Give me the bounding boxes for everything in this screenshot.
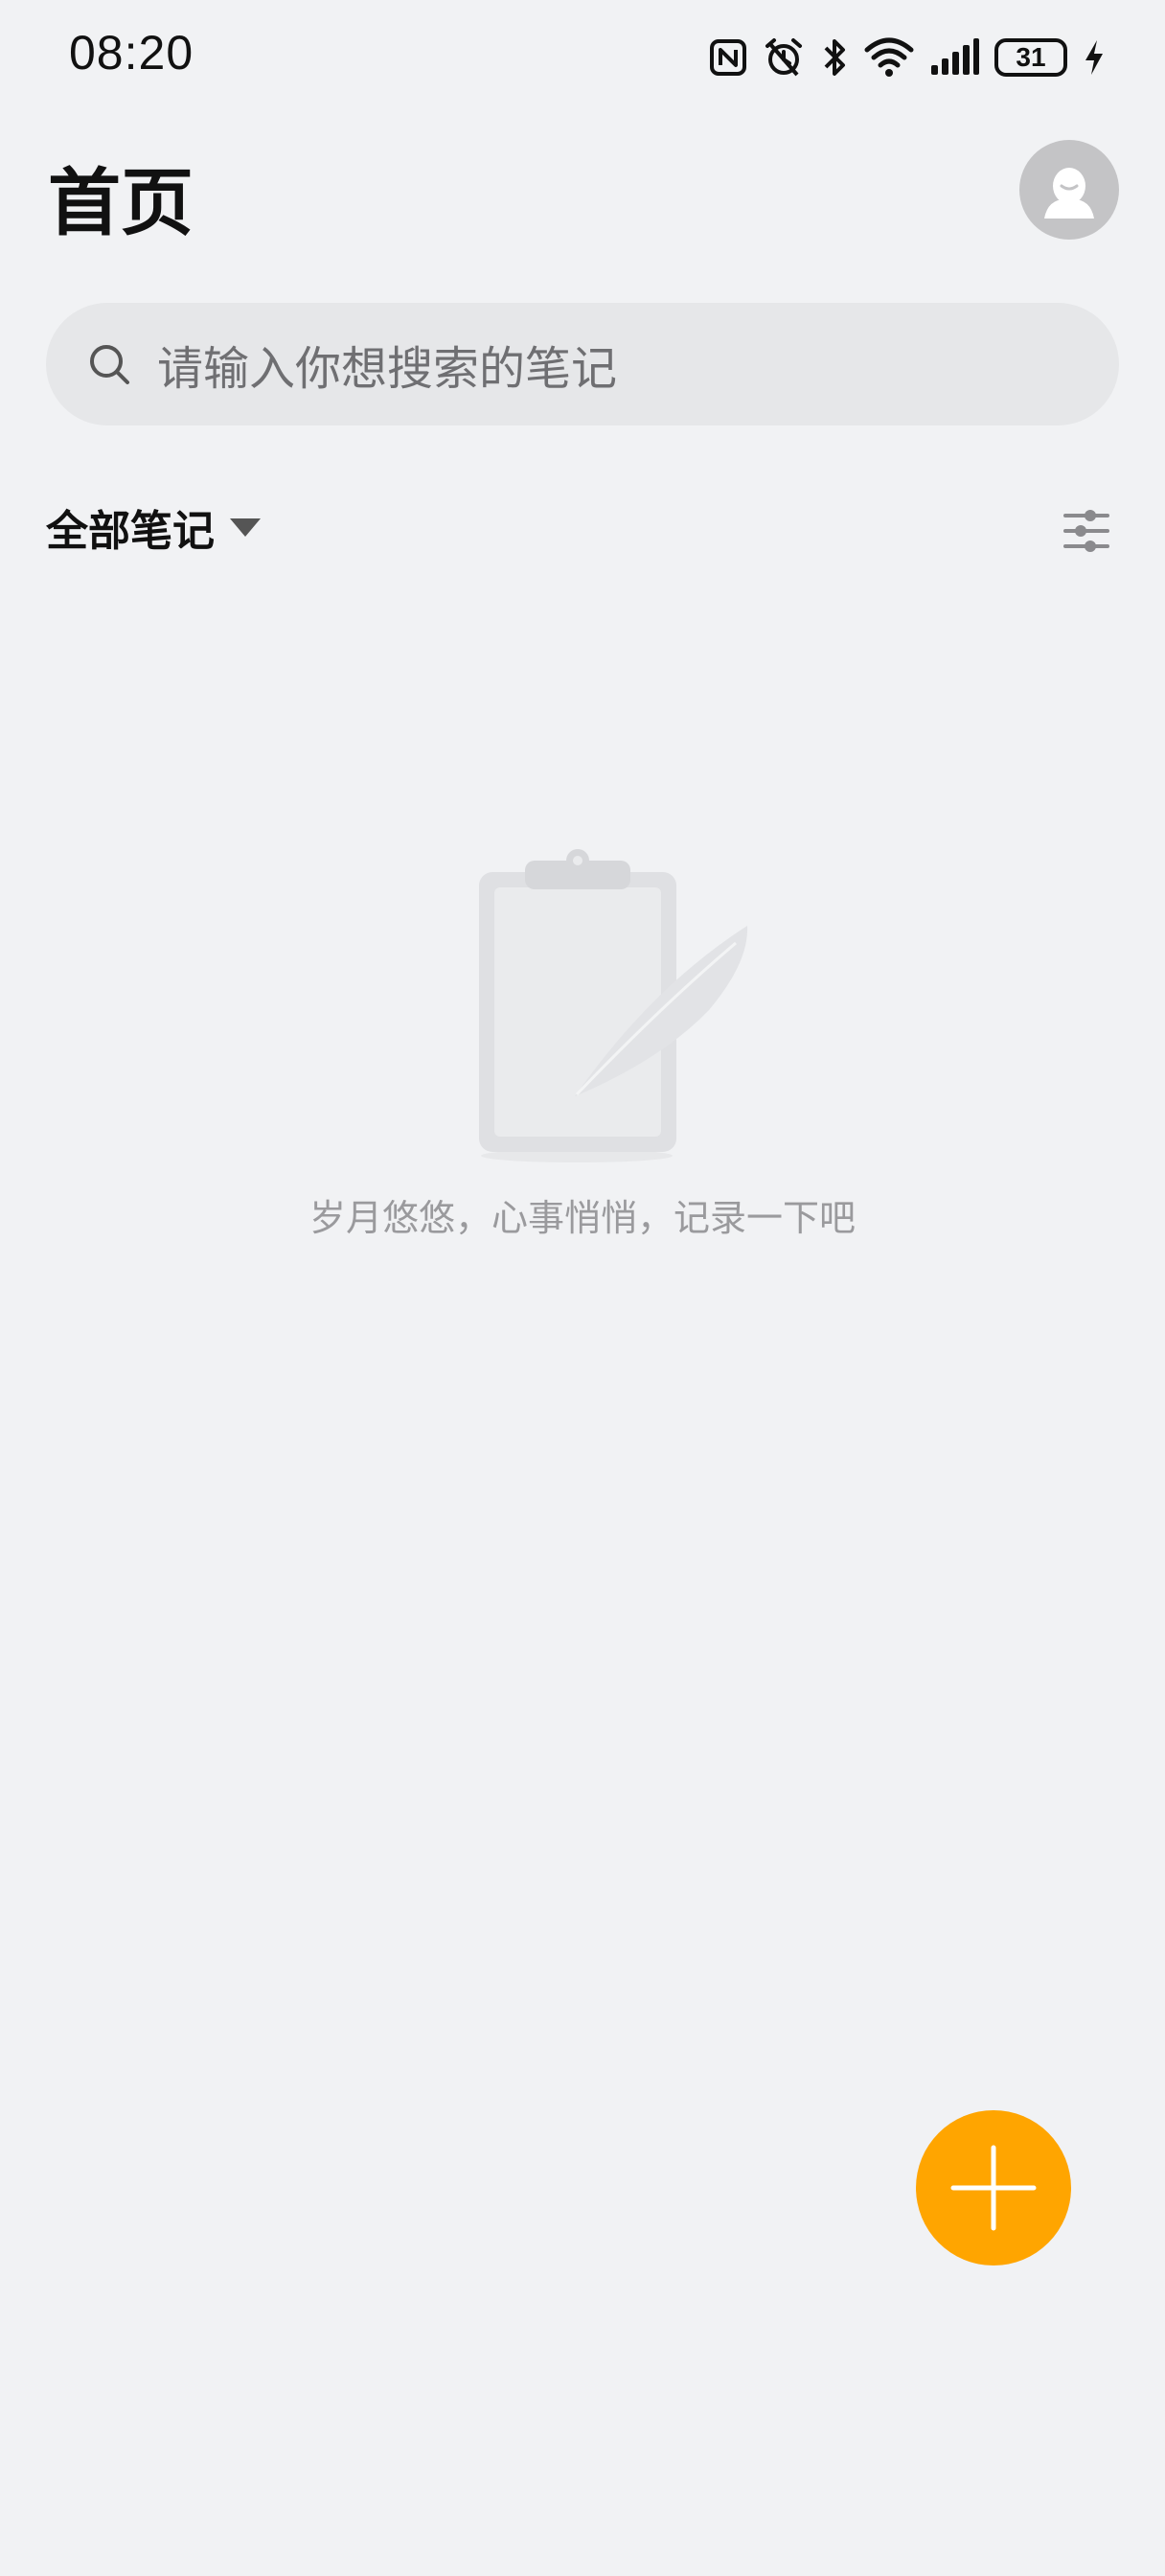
sliders-icon[interactable]	[1062, 506, 1111, 556]
alarm-icon	[763, 36, 805, 79]
search-icon	[90, 345, 129, 384]
search-input[interactable]: 请输入你想搜索的笔记	[46, 303, 1119, 426]
add-note-button[interactable]	[916, 2110, 1071, 2266]
plus-icon	[950, 2145, 1037, 2231]
user-avatar-icon	[1044, 168, 1094, 218]
triangle-down-icon	[230, 518, 261, 537]
bluetooth-icon	[820, 36, 849, 79]
status-time: 08:20	[69, 26, 194, 80]
battery-icon: 31	[994, 38, 1067, 77]
wifi-icon	[864, 36, 914, 79]
filter-label: 全部笔记	[46, 507, 215, 556]
charging-icon	[1083, 38, 1106, 77]
signal-icon	[929, 38, 979, 77]
user-avatar-button[interactable]	[1019, 140, 1119, 240]
page-title: 首页	[48, 160, 194, 245]
notes-filter-dropdown[interactable]: 全部笔记	[46, 496, 263, 558]
clipboard-feather-icon	[479, 849, 748, 1162]
empty-state-message: 岁月悠悠，心事悄悄，记录一下吧	[308, 1197, 856, 1239]
battery-level: 31	[1016, 42, 1046, 72]
nfc-icon	[709, 38, 747, 77]
status-icons: 31	[709, 29, 1106, 86]
search-placeholder: 请输入你想搜索的笔记	[157, 342, 618, 396]
status-bar: 08:20 31	[0, 0, 1165, 115]
